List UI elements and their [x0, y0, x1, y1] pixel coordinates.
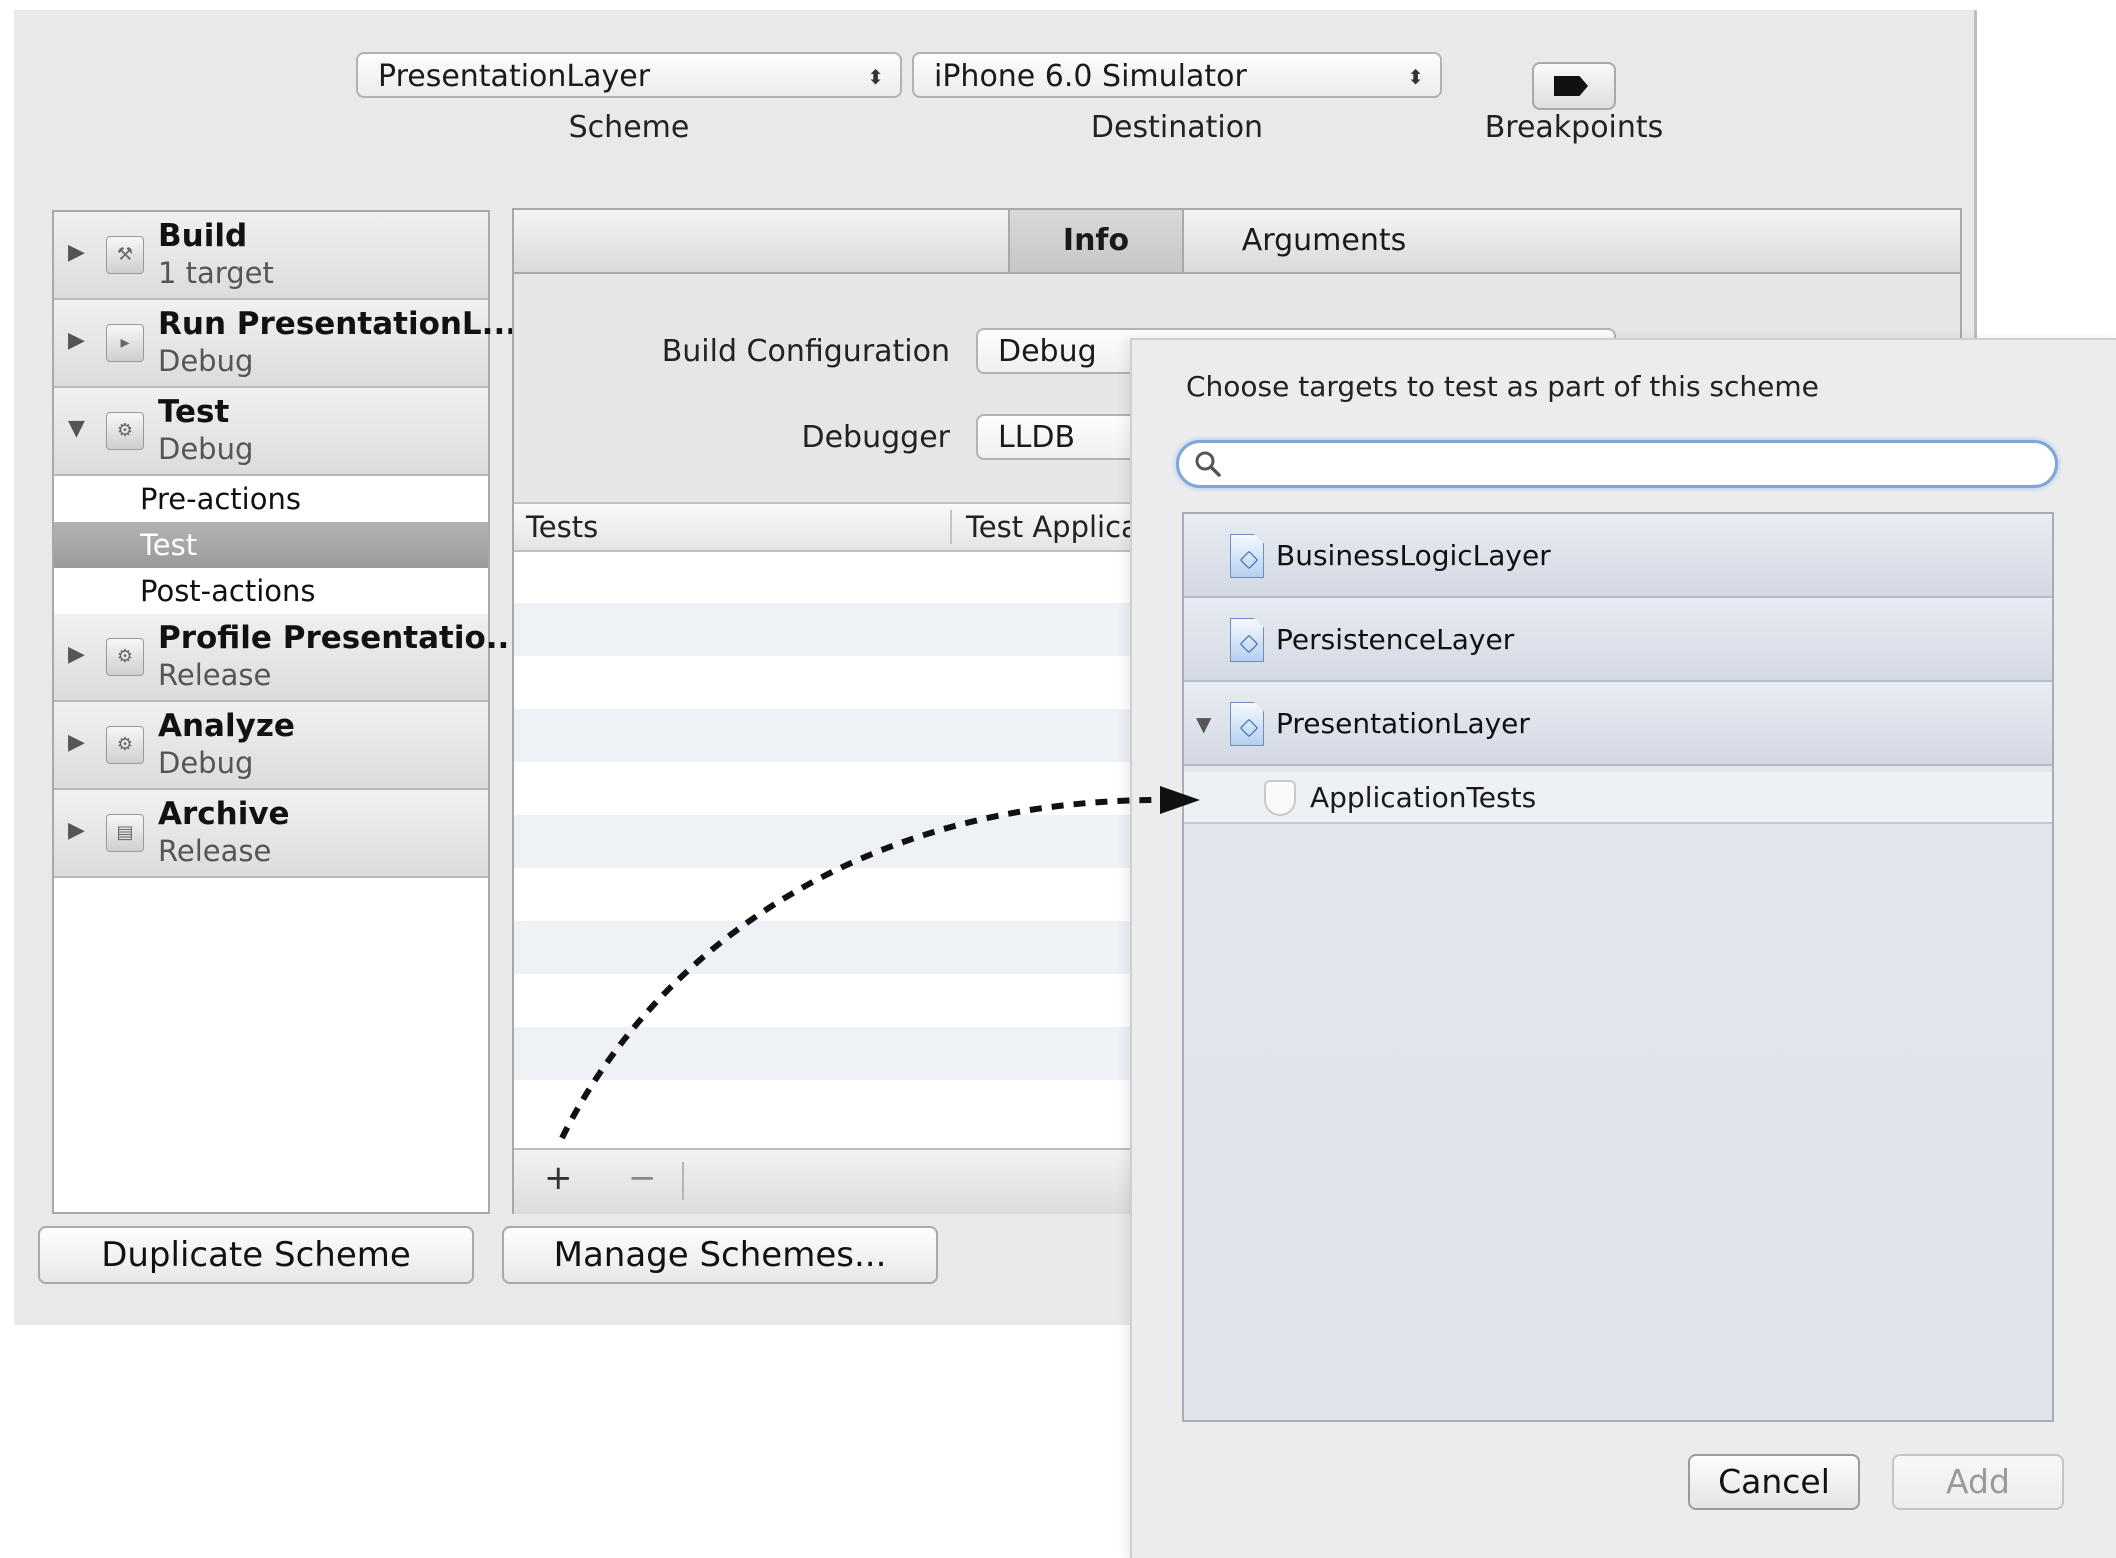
- target-label: PresentationLayer: [1276, 707, 1530, 740]
- analyze-action-icon: ⚙: [106, 726, 144, 764]
- app-target-icon: [1230, 618, 1264, 662]
- updown-arrows-icon: ⬍: [1407, 65, 1424, 89]
- destination-popup[interactable]: iPhone 6.0 Simulator ⬍: [912, 52, 1442, 98]
- target-search-field[interactable]: [1176, 440, 2058, 488]
- action-title: Profile Presentatio...: [158, 620, 522, 656]
- scheme-action-list: ▶ ⚒ Build 1 target ▶ ▸ Run PresentationL…: [52, 210, 521, 1214]
- test-bundle-icon: [1264, 780, 1296, 816]
- disclosure-down-icon[interactable]: ▼: [1196, 682, 1211, 766]
- tab-arguments[interactable]: Arguments: [1184, 210, 1464, 272]
- build-configuration-label: Build Configuration: [661, 334, 950, 369]
- breakpoint-icon: [1554, 76, 1588, 96]
- action-subtitle: Debug: [158, 344, 254, 378]
- debugger-value: LLDB: [998, 420, 1076, 455]
- action-row-build[interactable]: ▶ ⚒ Build 1 target: [54, 212, 488, 300]
- action-title: Build: [158, 218, 248, 254]
- test-bundle-label: ApplicationTests: [1310, 781, 1537, 814]
- destination-label: Destination: [1090, 110, 1264, 145]
- footer-divider: [682, 1162, 684, 1200]
- action-row-run[interactable]: ▶ ▸ Run PresentationL... Debug: [54, 300, 517, 388]
- scheme-label: Scheme: [568, 110, 690, 145]
- disclosure-right-icon[interactable]: ▶: [68, 240, 85, 265]
- test-subitem-pre-actions[interactable]: Pre-actions: [54, 476, 488, 522]
- profile-action-icon: ⚙: [106, 638, 144, 676]
- breakpoints-button[interactable]: [1532, 62, 1616, 110]
- archive-action-icon: ▤: [106, 814, 144, 852]
- disclosure-right-icon[interactable]: ▶: [68, 730, 85, 755]
- column-divider: [950, 510, 952, 544]
- sheet-prompt: Choose targets to test as part of this s…: [1186, 370, 1819, 403]
- app-target-icon: [1230, 702, 1264, 746]
- run-action-icon: ▸: [106, 324, 144, 362]
- column-header-tests[interactable]: Tests: [526, 504, 598, 550]
- action-row-profile[interactable]: ▶ ⚙ Profile Presentatio... Release: [54, 614, 521, 702]
- search-icon: [1193, 449, 1223, 479]
- action-title: Run PresentationL...: [158, 306, 518, 342]
- scheme-popup[interactable]: PresentationLayer ⬍: [356, 52, 902, 98]
- target-row-persistencelayer[interactable]: PersistenceLayer: [1184, 598, 2052, 682]
- debugger-label: Debugger: [801, 420, 951, 455]
- action-row-test[interactable]: ▼ ⚙ Test Debug: [54, 388, 488, 476]
- remove-test-button[interactable]: −: [628, 1158, 657, 1198]
- choose-test-targets-sheet: Choose targets to test as part of this s…: [1130, 338, 2116, 1558]
- tab-bar: Info Arguments: [514, 210, 1960, 274]
- duplicate-scheme-button[interactable]: Duplicate Scheme: [38, 1226, 474, 1284]
- action-subtitle: Debug: [158, 432, 254, 466]
- test-action-icon: ⚙: [106, 412, 144, 450]
- manage-schemes-button[interactable]: Manage Schemes...: [502, 1226, 938, 1284]
- app-target-icon: [1230, 534, 1264, 578]
- build-action-icon: ⚒: [106, 236, 144, 274]
- target-label: BusinessLogicLayer: [1276, 539, 1551, 572]
- disclosure-down-icon[interactable]: ▼: [68, 416, 85, 441]
- targets-list[interactable]: BusinessLogicLayer PersistenceLayer ▼ Pr…: [1182, 512, 2054, 1422]
- action-subtitle: Release: [158, 834, 272, 868]
- cancel-button[interactable]: Cancel: [1688, 1454, 1860, 1510]
- target-label: PersistenceLayer: [1276, 623, 1515, 656]
- destination-popup-value: iPhone 6.0 Simulator: [934, 59, 1247, 94]
- action-title: Analyze: [158, 708, 295, 744]
- action-row-archive[interactable]: ▶ ▤ Archive Release: [54, 790, 488, 878]
- target-row-applicationtests[interactable]: ApplicationTests: [1184, 772, 2052, 824]
- action-subtitle: Release: [158, 658, 272, 692]
- action-row-analyze[interactable]: ▶ ⚙ Analyze Debug: [54, 702, 488, 790]
- add-button[interactable]: Add: [1892, 1454, 2064, 1510]
- tab-info[interactable]: Info: [1008, 210, 1184, 272]
- updown-arrows-icon: ⬍: [867, 65, 884, 89]
- action-subtitle: 1 target: [158, 256, 274, 290]
- disclosure-right-icon[interactable]: ▶: [68, 818, 85, 843]
- test-subitem-post-actions[interactable]: Post-actions: [54, 568, 488, 614]
- build-configuration-value: Debug: [998, 334, 1097, 369]
- action-title: Test: [158, 394, 230, 430]
- scheme-popup-value: PresentationLayer: [378, 59, 651, 94]
- disclosure-right-icon[interactable]: ▶: [68, 328, 85, 353]
- breakpoints-label: Breakpoints: [1484, 110, 1664, 145]
- action-title: Archive: [158, 796, 290, 832]
- disclosure-right-icon[interactable]: ▶: [68, 642, 85, 667]
- action-subtitle: Debug: [158, 746, 254, 780]
- target-row-businesslogiclayer[interactable]: BusinessLogicLayer: [1184, 514, 2052, 598]
- column-header-test-application[interactable]: Test Applica: [966, 504, 1139, 550]
- target-row-presentationlayer[interactable]: ▼ PresentationLayer: [1184, 682, 2052, 766]
- add-test-button[interactable]: +: [544, 1158, 573, 1198]
- test-subitem-test[interactable]: Test: [54, 522, 488, 568]
